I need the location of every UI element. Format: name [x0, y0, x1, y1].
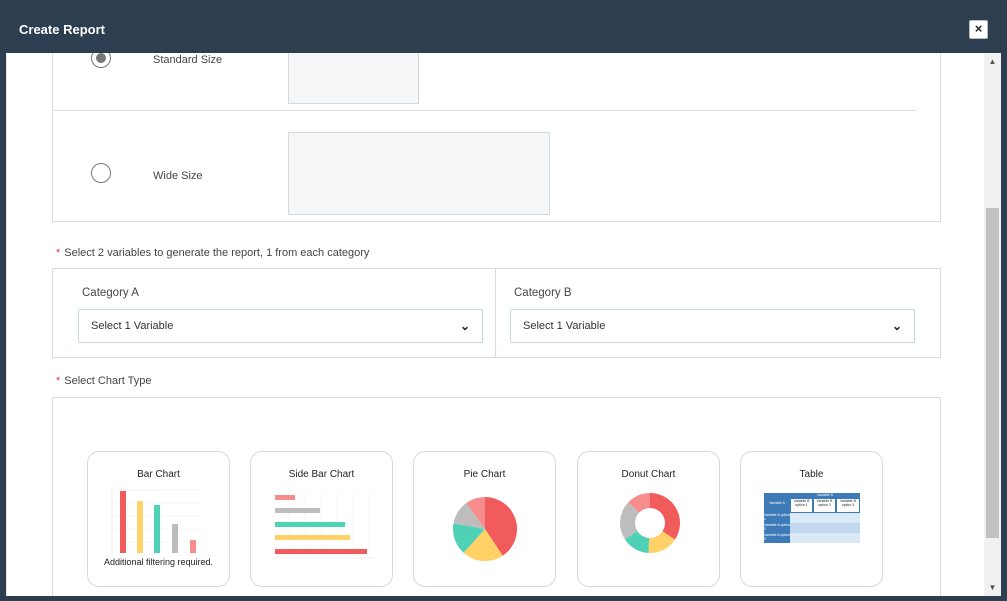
chevron-down-icon: ⌄ — [891, 319, 902, 333]
category-b-label: Category B — [514, 287, 572, 299]
size-option-standard-row: Standard Size — [53, 53, 916, 111]
bar-chart-card[interactable]: Bar Chart Additional filtering required. — [87, 451, 230, 587]
variables-box: Category A Select 1 Variable ⌄ Category … — [52, 268, 941, 358]
scroll-up-arrow-icon[interactable]: ▲ — [984, 53, 1001, 70]
variables-instruction-text: Select 2 variables to generate the repor… — [64, 247, 370, 259]
table-thumb-col: Variable B option 3 — [836, 498, 860, 513]
chart-type-box: Bar Chart Additional filtering required. — [52, 397, 941, 596]
modal-body: Standard Size Wide Size * Select 2 variab… — [6, 53, 984, 596]
table-thumb-corner: Variable A — [764, 493, 790, 513]
variables-instruction: * Select 2 variables to generate the repo… — [56, 247, 369, 259]
standard-size-label: Standard Size — [153, 54, 223, 66]
table-thumb-row: Variable A option 3 — [764, 533, 791, 543]
pie-chart-title: Pie Chart — [463, 469, 506, 480]
table-title: Table — [799, 469, 824, 480]
create-report-modal: Create Report × Standard Size Wide Size … — [6, 6, 1001, 596]
bar-chart-note: Additional filtering required. — [103, 557, 214, 567]
bar-chart-thumbnail-icon — [111, 488, 202, 553]
table-card[interactable]: Table Variable A Variable B Variable B o… — [740, 451, 883, 587]
modal-header: Create Report × — [6, 6, 1001, 53]
standard-size-preview — [288, 53, 419, 104]
donut-chart-title: Donut Chart — [621, 469, 676, 480]
table-thumb-row: Variable A option 2 — [764, 523, 791, 533]
donut-chart-card[interactable]: Donut Chart — [577, 451, 720, 587]
wide-size-preview — [288, 132, 550, 215]
table-thumb-row: Variable A option 1 — [764, 513, 791, 523]
category-b-value: Select 1 Variable — [523, 320, 606, 332]
wide-size-radio[interactable] — [91, 163, 111, 183]
modal-title: Create Report — [19, 22, 105, 37]
table-thumb-col: Variable B option 1 — [790, 498, 813, 513]
donut-chart-thumbnail-icon — [619, 493, 681, 554]
category-a-label: Category A — [82, 287, 139, 299]
standard-size-radio[interactable] — [91, 53, 111, 68]
required-mark: * — [56, 375, 61, 387]
pie-chart-card[interactable]: Pie Chart — [413, 451, 556, 587]
category-a-select[interactable]: Select 1 Variable ⌄ — [78, 309, 483, 343]
table-thumb-cell — [790, 513, 860, 523]
size-options-box: Standard Size Wide Size — [52, 53, 941, 222]
table-thumb-cell — [790, 533, 860, 543]
category-a-value: Select 1 Variable — [91, 320, 174, 332]
category-b-select[interactable]: Select 1 Variable ⌄ — [510, 309, 915, 343]
required-mark: * — [56, 247, 61, 259]
side-bar-chart-title: Side Bar Chart — [288, 469, 355, 480]
side-bar-chart-card[interactable]: Side Bar Chart — [250, 451, 393, 587]
scroll-down-arrow-icon[interactable]: ▼ — [984, 579, 1001, 596]
wide-size-label: Wide Size — [153, 170, 203, 182]
table-thumb-cell — [790, 523, 860, 533]
close-button[interactable]: × — [969, 20, 988, 39]
scroll-thumb[interactable] — [986, 208, 999, 538]
chevron-down-icon: ⌄ — [459, 319, 470, 333]
vertical-scrollbar[interactable]: ▲ ▼ — [984, 53, 1001, 596]
table-thumb-col: Variable B option 2 — [813, 498, 836, 513]
variables-divider — [495, 269, 496, 357]
chart-type-instruction-text: Select Chart Type — [64, 375, 152, 387]
table-thumbnail-icon: Variable A Variable B Variable B option … — [764, 493, 860, 545]
pie-chart-thumbnail-icon — [453, 496, 518, 562]
bar-chart-title: Bar Chart — [137, 469, 180, 480]
chart-type-instruction: * Select Chart Type — [56, 375, 152, 387]
side-bar-chart-thumbnail-icon — [275, 492, 373, 559]
